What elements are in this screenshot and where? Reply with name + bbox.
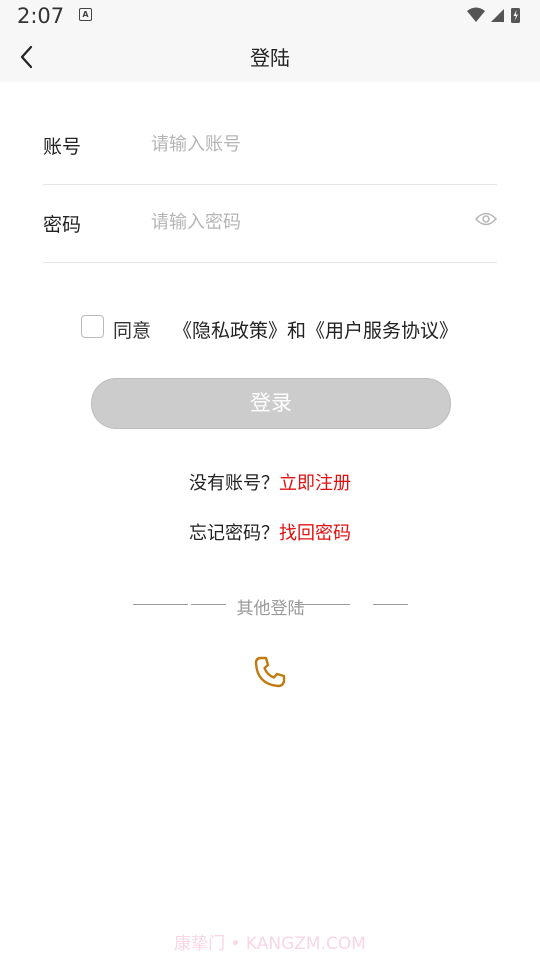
status-icons	[466, 6, 526, 24]
other-login-label: 其他登陆	[236, 599, 305, 619]
page-title: 登陆	[250, 46, 290, 70]
forgot-password-link[interactable]: 找回密码	[279, 523, 351, 544]
agree-checkbox[interactable]	[81, 315, 104, 338]
phone-icon	[254, 656, 286, 688]
register-link[interactable]: 立即注册	[279, 473, 351, 494]
status-time: 2:07	[17, 4, 65, 28]
password-row: 密码	[43, 184, 498, 263]
eye-icon[interactable]	[474, 211, 498, 227]
notification-icon: A	[79, 8, 92, 21]
register-line: 没有账号？立即注册	[0, 469, 540, 495]
privacy-policy-link[interactable]: 《隐私政策》	[173, 320, 287, 342]
password-input[interactable]	[151, 206, 451, 238]
policy-text: 《隐私政策》和《用户服务协议》	[173, 316, 458, 343]
signal-icon	[491, 9, 504, 22]
wifi-icon	[467, 7, 485, 22]
login-button[interactable]: 登录	[91, 378, 451, 429]
and-text: 和	[287, 320, 307, 342]
terms-link[interactable]: 《用户服务协议》	[306, 320, 458, 342]
other-login-divider: 其他登陆	[133, 594, 408, 619]
watermark: 康挚门 • KANGZM.COM	[174, 934, 366, 954]
title-bar: 登陆	[0, 32, 540, 82]
phone-login-button[interactable]	[253, 655, 287, 689]
account-label: 账号	[43, 136, 82, 158]
agree-label: 同意	[113, 320, 152, 342]
status-bar: 2:07 A	[0, 0, 540, 32]
forgot-prompt: 忘记密码？	[189, 523, 279, 544]
password-label: 密码	[43, 214, 82, 236]
forgot-line: 忘记密码？找回密码	[0, 519, 540, 545]
account-input[interactable]	[151, 128, 451, 160]
register-prompt: 没有账号？	[189, 473, 279, 494]
account-row: 账号	[43, 106, 497, 185]
